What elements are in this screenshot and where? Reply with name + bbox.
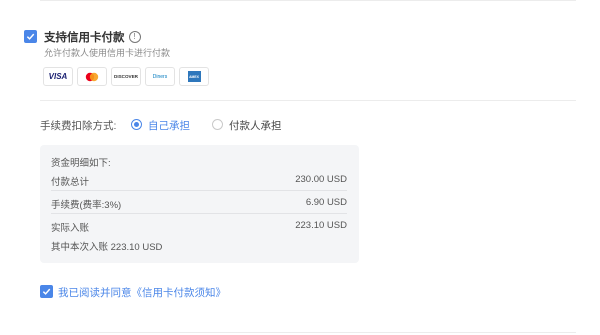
breakdown-note-row: 其中本次入账 223.10 USD xyxy=(51,239,347,253)
agreement-checkbox[interactable] xyxy=(40,285,53,298)
card-logos: VISA DISCOVER Diners AMEX xyxy=(43,67,209,86)
fee-breakdown-box: 资金明细如下: 付款总计 230.00 USD 手续费(费率:3%) 6.90 … xyxy=(40,145,359,263)
check-icon xyxy=(42,288,51,295)
fee-method-label: 手续费扣除方式: xyxy=(40,120,117,132)
radio-self-bear[interactable] xyxy=(131,119,142,130)
breakdown-row: 手续费(费率:3%) 6.90 USD xyxy=(51,197,347,211)
mastercard-circles xyxy=(85,72,99,81)
agreement-link[interactable]: 我已阅读并同意《信用卡付款须知》 xyxy=(58,285,226,300)
credit-card-checkbox[interactable] xyxy=(24,30,37,43)
breakdown-row-value: 223.10 USD xyxy=(295,220,347,231)
discover-logo-icon: DISCOVER xyxy=(111,67,141,86)
visa-logo-icon: VISA xyxy=(43,67,73,86)
breakdown-separator xyxy=(51,190,347,191)
amex-badge: AMEX xyxy=(187,71,201,82)
mastercard-logo-icon xyxy=(77,67,107,86)
credit-card-title: 支持信用卡付款 ! xyxy=(44,29,141,45)
check-icon xyxy=(26,33,35,40)
amex-logo-text: AMEX xyxy=(189,74,199,79)
breakdown-row-label: 实际入账 xyxy=(51,223,90,234)
radio-payer-bear[interactable] xyxy=(212,119,223,130)
diners-logo-text: Diners xyxy=(152,73,168,80)
radio-self-bear-label[interactable]: 自己承担 xyxy=(148,118,190,133)
section-divider xyxy=(40,100,576,101)
radio-payer-bear-label[interactable]: 付款人承担 xyxy=(229,118,282,133)
bottom-divider xyxy=(40,332,576,333)
amex-logo-icon: AMEX xyxy=(179,67,209,86)
credit-card-description: 允许付款人使用信用卡进行付款 xyxy=(44,48,171,58)
breakdown-row-value: 6.90 USD xyxy=(305,197,347,208)
breakdown-heading: 资金明细如下: xyxy=(51,158,111,169)
breakdown-heading-row: 资金明细如下: xyxy=(51,155,347,169)
diners-logo-icon: Diners xyxy=(145,67,175,86)
breakdown-separator xyxy=(51,213,347,214)
breakdown-row-value: 230.00 USD xyxy=(295,174,347,185)
breakdown-row-label: 付款总计 xyxy=(51,177,90,188)
breakdown-row-label: 手续费(费率:3%) xyxy=(51,200,122,211)
breakdown-note: 其中本次入账 223.10 USD xyxy=(51,242,163,253)
credit-card-title-text: 支持信用卡付款 xyxy=(44,32,125,44)
breakdown-row: 付款总计 230.00 USD xyxy=(51,174,347,188)
info-icon[interactable]: ! xyxy=(128,31,141,43)
visa-logo-text: VISA xyxy=(48,72,68,81)
discover-logo-text: DISCOVER xyxy=(114,74,138,79)
breakdown-row: 实际入账 223.10 USD xyxy=(51,220,347,234)
top-divider xyxy=(40,0,576,1)
